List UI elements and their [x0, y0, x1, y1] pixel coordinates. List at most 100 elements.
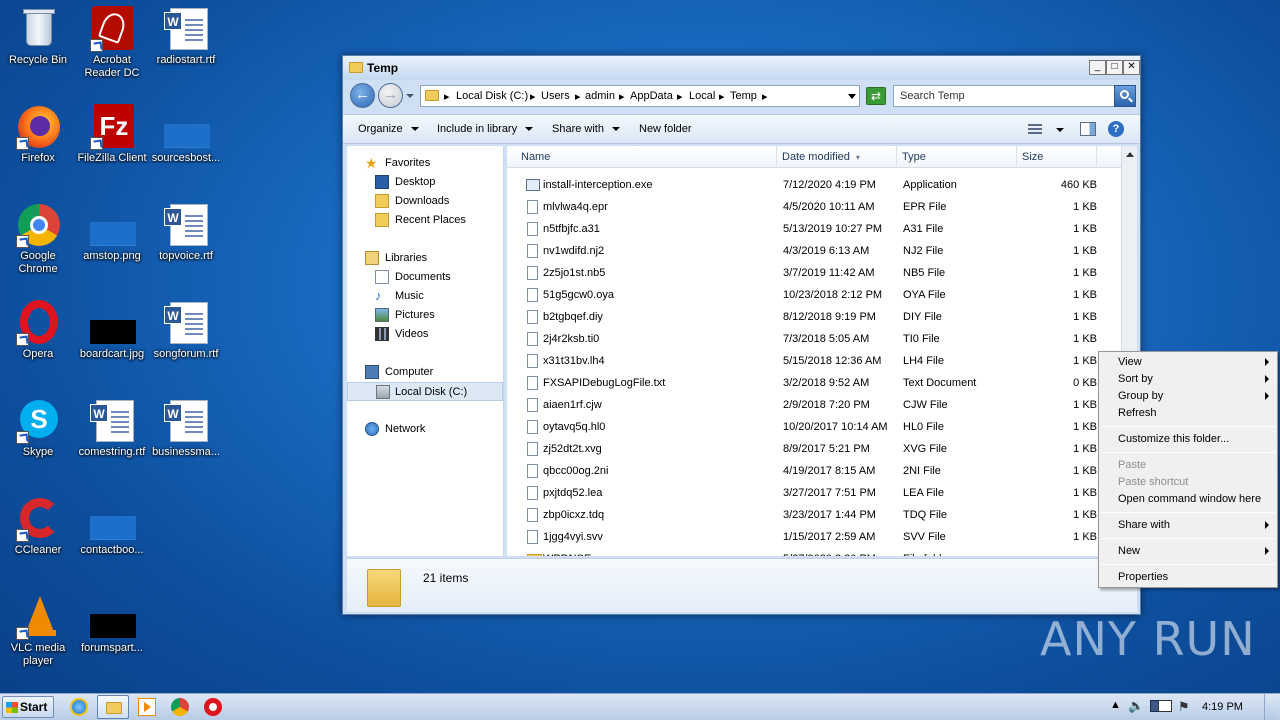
table-row[interactable]: zbp0icxz.tdq 3/23/2017 1:44 PM TDQ File 1 K…	[523, 504, 1103, 526]
internet-explorer-icon[interactable]	[70, 698, 88, 716]
preview-pane-icon[interactable]	[1080, 122, 1096, 136]
opera-icon[interactable]	[204, 698, 222, 716]
table-row[interactable]: zj52dt2t.xvg 8/9/2017 5:21 PM XVG File 1 KB	[523, 438, 1103, 460]
include-in-library-button[interactable]: Include in library	[437, 123, 534, 135]
maximize-button[interactable]: □	[1106, 60, 1123, 75]
breadcrumb-admin[interactable]: admin	[585, 90, 615, 102]
menu-item-new[interactable]: New	[1118, 545, 1140, 557]
table-row[interactable]: x31t31bv.lh4 5/15/2018 12:36 AM LH4 File 1 …	[523, 350, 1103, 372]
desktop-icon-contactboo[interactable]: contactboo...	[74, 496, 150, 557]
nav-favorites[interactable]: ★ Favorites	[347, 154, 503, 173]
breadcrumb-appdata[interactable]: AppData	[630, 90, 673, 102]
table-row[interactable]: 51g5gcw0.oya 10/23/2018 2:12 PM OYA File 1 …	[523, 284, 1103, 306]
breadcrumb-users[interactable]: Users	[541, 90, 570, 102]
table-row[interactable]: qbcc00og.2ni 4/19/2017 8:15 AM 2NI File 1 K…	[523, 460, 1103, 482]
search-icon[interactable]	[1114, 85, 1136, 107]
desktop-icon-amstop[interactable]: amstop.png	[74, 202, 150, 263]
table-row[interactable]: pxjtdq52.lea 3/27/2017 7:51 PM LEA File 1 K…	[523, 482, 1103, 504]
breadcrumb-temp[interactable]: Temp	[730, 90, 757, 102]
nav-downloads[interactable]: Downloads	[347, 192, 503, 211]
table-row[interactable]: mlvlwa4q.epr 4/5/2020 10:11 AM EPR File 1 K…	[523, 196, 1103, 218]
desktop-icon-businessma[interactable]: W businessma...	[148, 398, 224, 459]
breadcrumb-local[interactable]: Local	[689, 90, 715, 102]
column-header-type[interactable]: Type	[897, 146, 1017, 168]
table-row[interactable]: 1jgg4vyi.svv 1/15/2017 2:59 AM SVV File 1 K…	[523, 526, 1103, 548]
menu-item-group-by[interactable]: Group by	[1118, 390, 1163, 402]
new-folder-button[interactable]: New folder	[639, 123, 692, 135]
desktop-icon-forumspart[interactable]: forumspart...	[74, 594, 150, 655]
address-bar[interactable]: ▸ Local Disk (C:) ▸ Users ▸ admin ▸ AppD…	[420, 85, 860, 107]
table-row[interactable]: nv1wdifd.nj2 4/3/2019 6:13 AM NJ2 File 1 KB	[523, 240, 1103, 262]
desktop-icon-opera[interactable]: Opera	[0, 300, 76, 361]
desktop-icon-acrobat[interactable]: Acrobat Reader DC	[74, 6, 150, 80]
table-row[interactable]: 2j4r2ksb.ti0 7/3/2018 5:05 AM TI0 File 1 KB	[523, 328, 1103, 350]
menu-item-properties[interactable]: Properties	[1118, 571, 1168, 583]
table-row[interactable]: b2tgbqef.diy 8/12/2018 9:19 PM DIY File 1 K…	[523, 306, 1103, 328]
column-header-name[interactable]: Name	[507, 146, 777, 168]
nav-computer[interactable]: Computer	[347, 363, 503, 382]
desktop-icon-filezilla[interactable]: Fz FileZilla Client	[74, 104, 150, 165]
title-bar[interactable]: Temp _ □ ✕	[343, 56, 1140, 80]
menu-item-open-command-window[interactable]: Open command window here	[1118, 493, 1261, 505]
explorer-taskbar-button[interactable]	[97, 695, 129, 719]
show-desktop-button[interactable]	[1264, 694, 1276, 720]
share-with-button[interactable]: Share with	[552, 123, 620, 135]
table-row[interactable]: aiaen1rf.cjw 2/9/2018 7:20 PM CJW File 1 KB	[523, 394, 1103, 416]
recent-pages-chevron-icon[interactable]	[406, 94, 414, 98]
desktop-icon-songforum[interactable]: W songforum.rtf	[148, 300, 224, 361]
nav-pictures[interactable]: Pictures	[347, 306, 503, 325]
screen-icon[interactable]	[1158, 700, 1172, 712]
desktop-icon-skype[interactable]: S Skype	[0, 398, 76, 459]
address-dropdown-icon[interactable]	[848, 94, 856, 99]
nav-local-disk[interactable]: Local Disk (C:)	[347, 382, 503, 401]
action-center-flag-icon[interactable]: ⚑	[1178, 699, 1190, 715]
file-list[interactable]: Name Date modified ▾ Type Size install-in…	[507, 146, 1137, 556]
menu-item-sort-by[interactable]: Sort by	[1118, 373, 1153, 385]
table-row[interactable]: oytavq5q.hl0 10/20/2017 10:14 AM HL0 File 1…	[523, 416, 1103, 438]
search-input[interactable]: Search Temp	[893, 85, 1136, 107]
forward-button[interactable]: →	[378, 83, 403, 108]
clock[interactable]: 4:19 PM	[1202, 701, 1243, 713]
desktop-icon-sourcesbost[interactable]: sourcesbost...	[148, 104, 224, 165]
nav-videos[interactable]: Videos	[347, 325, 503, 344]
table-row[interactable]: n5tfbjfc.a31 5/13/2019 10:27 PM A31 File 1 …	[523, 218, 1103, 240]
desktop-icon-topvoice[interactable]: W topvoice.rtf	[148, 202, 224, 263]
table-row[interactable]: install-interception.exe 7/12/2020 4:19 P…	[523, 174, 1103, 196]
nav-documents[interactable]: Documents	[347, 268, 503, 287]
nav-music[interactable]: ♪ Music	[347, 287, 503, 306]
column-header-size[interactable]: Size	[1017, 146, 1097, 168]
desktop-icon-ccleaner[interactable]: CCleaner	[0, 496, 76, 557]
organize-button[interactable]: Organize	[358, 123, 419, 135]
menu-item-refresh[interactable]: Refresh	[1118, 407, 1157, 419]
table-row[interactable]: WPDNSE 5/27/2020 3:20 PM File folder	[523, 548, 1103, 556]
table-row[interactable]: FXSAPIDebugLogFile.txt 3/2/2018 9:52 AM Te…	[523, 372, 1103, 394]
back-button[interactable]: ←	[350, 83, 375, 108]
nav-recent-places[interactable]: Recent Places	[347, 211, 503, 230]
breadcrumb-local-disk[interactable]: Local Disk (C:)	[456, 90, 528, 102]
view-options-chevron-icon[interactable]	[1056, 128, 1064, 132]
desktop-icon-vlc[interactable]: VLC media player	[0, 594, 76, 668]
minimize-button[interactable]: _	[1089, 60, 1106, 75]
start-button[interactable]: Start	[2, 696, 54, 718]
desktop-icon-radiostart[interactable]: W radiostart.rtf	[148, 6, 224, 67]
menu-item-view[interactable]: View	[1118, 356, 1276, 368]
refresh-icon[interactable]: ⇄	[866, 87, 886, 105]
help-icon[interactable]: ?	[1108, 121, 1124, 137]
nav-libraries[interactable]: Libraries	[347, 249, 503, 268]
desktop-icon-chrome[interactable]: Google Chrome	[0, 202, 76, 276]
desktop-icon-recycle-bin[interactable]: Recycle Bin	[0, 6, 76, 67]
media-player-icon[interactable]	[138, 698, 156, 716]
show-hidden-icons-icon[interactable]: ▲	[1110, 699, 1121, 711]
explorer-window[interactable]: Temp _ □ ✕ ← → ▸ Local Disk (C:) ▸ Users…	[342, 55, 1141, 615]
change-view-icon[interactable]	[1028, 124, 1042, 135]
desktop-icon-comestring[interactable]: W comestring.rtf	[74, 398, 150, 459]
chrome-icon[interactable]	[171, 698, 189, 716]
menu-item-share-with[interactable]: Share with	[1118, 519, 1170, 531]
menu-item-customize[interactable]: Customize this folder...	[1118, 433, 1229, 445]
close-button[interactable]: ✕	[1123, 60, 1140, 75]
table-row[interactable]: 2z5jo1st.nb5 3/7/2019 11:42 AM NB5 File 1 K…	[523, 262, 1103, 284]
volume-icon[interactable]: 🔈	[1128, 698, 1144, 714]
nav-desktop[interactable]: Desktop	[347, 173, 503, 192]
column-header-date[interactable]: Date modified ▾	[777, 146, 897, 168]
scroll-up-arrow-icon[interactable]	[1126, 152, 1134, 157]
